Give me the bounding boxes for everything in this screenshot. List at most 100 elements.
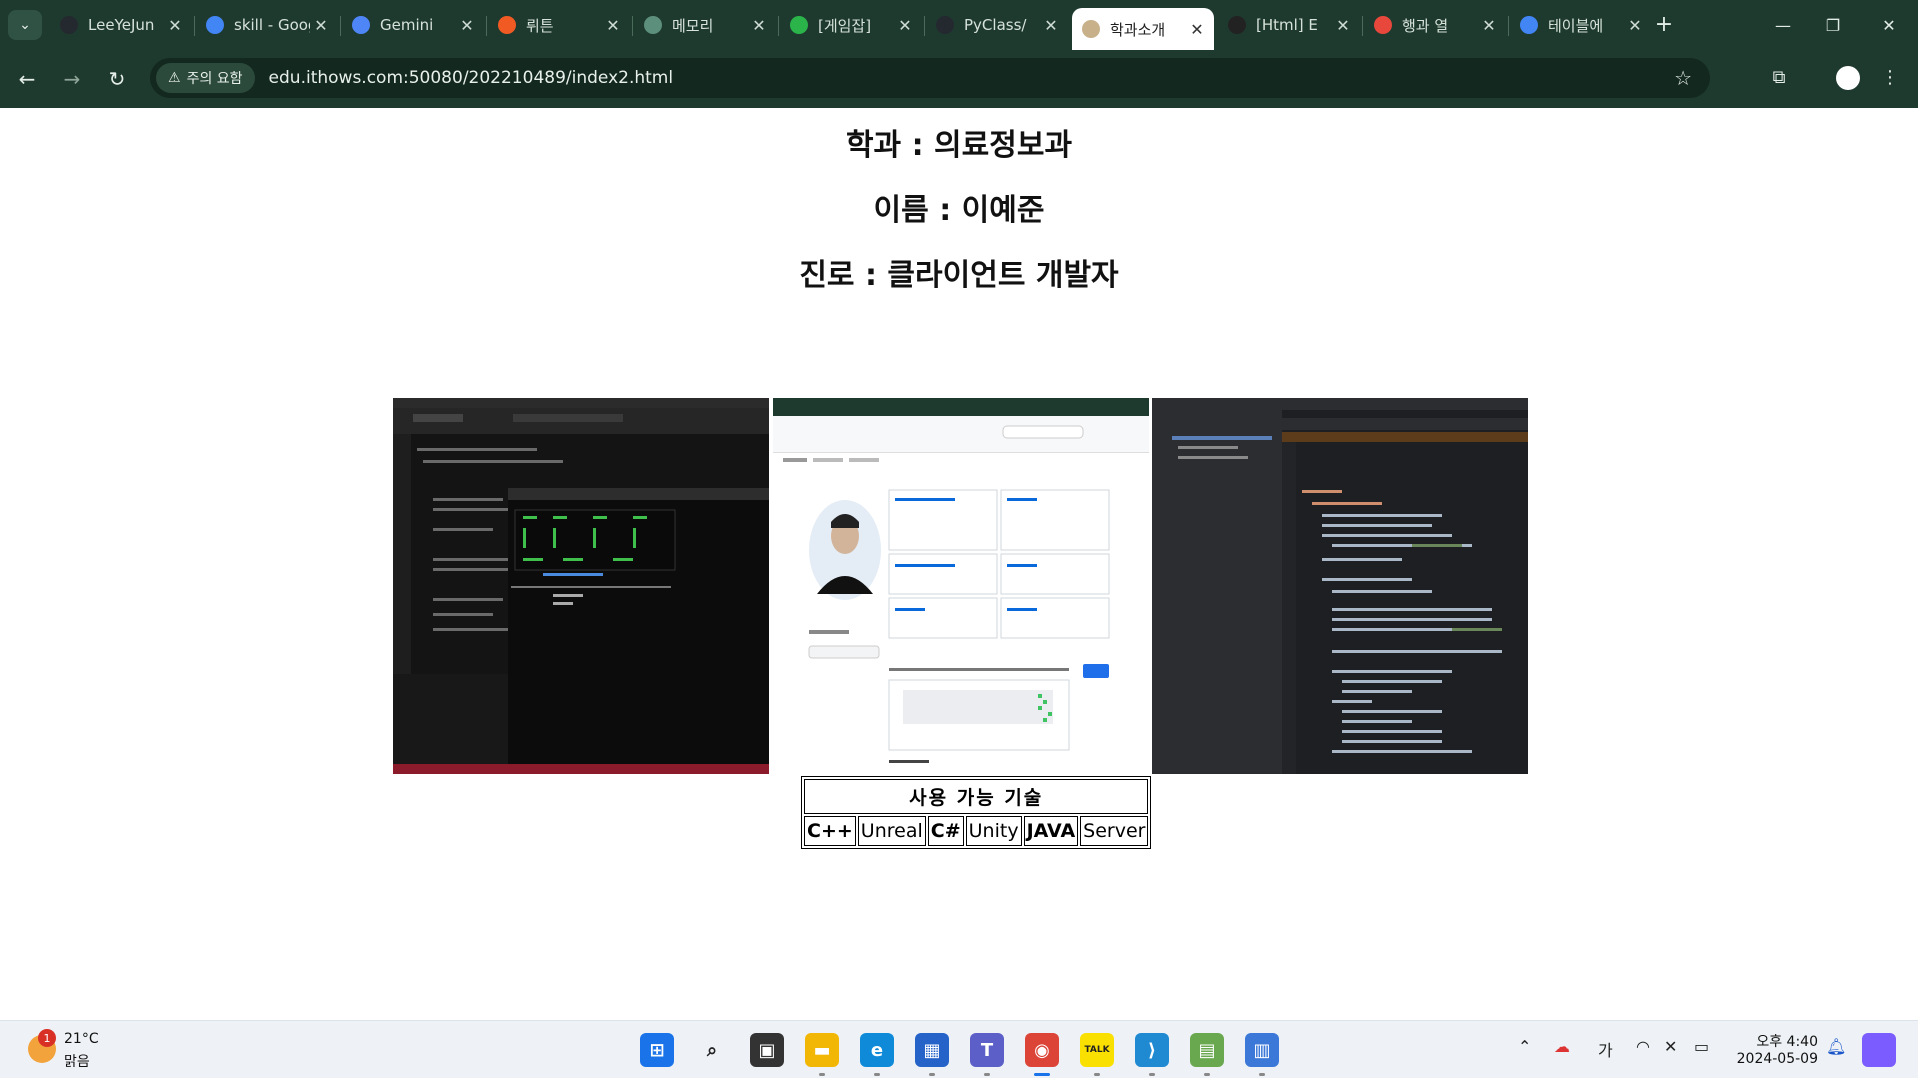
bar-chart-icon <box>1228 16 1246 34</box>
weather-condition[interactable]: 맑음 <box>64 1051 90 1071</box>
career-heading: 진로 : 클라이언트 개발자 <box>799 258 1119 293</box>
ime-indicator[interactable]: 가 <box>1598 1037 1613 1061</box>
warning-triangle-icon: ⚠ <box>168 70 181 86</box>
close-tab-icon[interactable]: ✕ <box>1186 20 1208 39</box>
forward-button[interactable]: → <box>57 64 87 94</box>
browser-tab[interactable]: [게임잡] ✕ <box>780 8 922 42</box>
tab-title: [Html] E <box>1256 16 1318 34</box>
github-icon <box>60 16 78 34</box>
tab-separator <box>924 16 925 36</box>
wifi-icon[interactable]: ◠ <box>1636 1037 1650 1056</box>
close-tab-icon[interactable]: ✕ <box>1332 16 1354 35</box>
close-tab-icon[interactable]: ✕ <box>894 16 916 35</box>
tab-title: 행과 열 <box>1402 16 1449 35</box>
skill-cell: Unreal <box>857 816 926 846</box>
unreal-editor-screenshot <box>393 398 769 774</box>
security-warning-chip[interactable]: ⚠ 주의 요함 <box>156 63 255 93</box>
new-tab-button[interactable]: + <box>1650 10 1678 38</box>
browser-tab[interactable]: 테이블에 ✕ <box>1510 8 1652 42</box>
edge-icon[interactable]: e <box>860 1033 894 1067</box>
tab-separator <box>632 16 633 36</box>
copilot-icon[interactable] <box>1862 1033 1896 1067</box>
close-tab-icon[interactable]: ✕ <box>748 16 770 35</box>
name-heading: 이름 : 이예준 <box>873 193 1045 228</box>
wrtn-icon <box>498 16 516 34</box>
close-tab-icon[interactable]: ✕ <box>1478 16 1500 35</box>
clock-time[interactable]: 오후 4:40 <box>1752 1031 1818 1051</box>
chevron-down-icon: ⌄ <box>19 17 31 33</box>
arrow-left-icon: ← <box>18 67 36 91</box>
browser-tab[interactable]: skill - Google✕ <box>196 8 338 42</box>
extensions-icon[interactable]: ⧉ <box>1766 64 1792 90</box>
tab-search-button[interactable]: ⌄ <box>8 10 42 40</box>
browser-toolbar: ← → ↻ ⚠ 주의 요함 edu.ithows.com:50080/20221… <box>0 50 1918 108</box>
browser-tab[interactable]: [Html] E ✕ <box>1218 8 1360 42</box>
running-indicator <box>1204 1073 1210 1076</box>
skills-table-header: 사용 가능 기술 <box>804 779 1149 814</box>
url-text[interactable]: edu.ithows.com:50080/202210489/index2.ht… <box>269 68 674 88</box>
teams-icon[interactable]: T <box>970 1033 1004 1067</box>
kakaotalk-icon[interactable]: TALK <box>1080 1033 1114 1067</box>
running-indicator <box>1034 1073 1050 1076</box>
close-tab-icon[interactable]: ✕ <box>1624 16 1646 35</box>
battery-icon[interactable]: ▭ <box>1694 1037 1709 1056</box>
tab-separator <box>194 16 195 36</box>
gamejob-icon <box>790 16 808 34</box>
browser-tab[interactable]: 뤼튼 ✕ <box>488 8 630 42</box>
skill-cell: Unity <box>965 816 1022 846</box>
close-tab-icon[interactable]: ✕ <box>602 16 624 35</box>
weather-temp[interactable]: 21°C <box>64 1031 99 1047</box>
vscode-icon[interactable]: ⟩ <box>1135 1033 1169 1067</box>
close-tab-icon[interactable]: ✕ <box>164 16 186 35</box>
gemini-icon <box>352 16 370 34</box>
running-indicator <box>984 1073 990 1076</box>
search-icon[interactable]: ⌕ <box>695 1033 729 1067</box>
running-indicator <box>819 1073 825 1076</box>
browser-menu-icon[interactable]: ⋮ <box>1880 64 1900 90</box>
reload-button[interactable]: ↻ <box>102 64 132 94</box>
skills-table: 사용 가능 기술 C++ Unreal C# Unity JAVA Server <box>801 776 1152 849</box>
page-icon <box>1082 20 1100 38</box>
skill-cell: C# <box>927 816 964 846</box>
minimize-button[interactable]: — <box>1760 10 1806 40</box>
tab-title: [게임잡] <box>818 16 872 35</box>
running-indicator <box>1149 1073 1155 1076</box>
browser-tab[interactable]: 학과소개 ✕ <box>1072 8 1214 50</box>
browser-tab[interactable]: 행과 열 ✕ <box>1364 8 1506 42</box>
browser-tab[interactable]: PyClass/ ✕ <box>926 8 1068 42</box>
bookmark-star-icon[interactable]: ☆ <box>1674 66 1692 90</box>
speaker-muted-icon[interactable]: ✕ <box>1664 1037 1677 1056</box>
browser-tab[interactable]: LeeYeJun ✕ <box>50 8 192 42</box>
back-button[interactable]: ← <box>12 64 42 94</box>
chrome-icon[interactable]: ◉ <box>1025 1033 1059 1067</box>
profile-avatar[interactable] <box>1836 66 1860 90</box>
tab-title: Gemini <box>380 16 434 34</box>
close-tab-icon[interactable]: ✕ <box>456 16 478 35</box>
screenshot-gallery <box>393 398 1528 774</box>
close-tab-icon[interactable]: ✕ <box>310 16 332 35</box>
notification-bell-icon[interactable]: 🔔︎ <box>1826 1037 1846 1056</box>
tab-title: 학과소개 <box>1110 20 1166 39</box>
security-warning-label: 주의 요함 <box>186 71 243 87</box>
running-indicator <box>929 1073 935 1076</box>
browser-tab[interactable]: Gemini ✕ <box>342 8 484 42</box>
dept-heading: 학과 : 의료정보과 <box>845 128 1073 163</box>
task-view-icon[interactable]: ▣ <box>750 1033 784 1067</box>
file-explorer-icon[interactable]: ▬ <box>805 1033 839 1067</box>
tab-title: LeeYeJun <box>88 16 155 34</box>
onedrive-error-icon[interactable]: ☁ <box>1554 1037 1570 1056</box>
running-indicator <box>874 1073 880 1076</box>
tab-title: PyClass/ <box>964 16 1027 34</box>
remote-desktop-icon[interactable]: ▥ <box>1245 1033 1279 1067</box>
address-bar[interactable]: ⚠ 주의 요함 edu.ithows.com:50080/202210489/i… <box>150 58 1710 98</box>
store-icon[interactable]: ▦ <box>915 1033 949 1067</box>
chevron-up-icon[interactable]: ⌃ <box>1518 1037 1531 1056</box>
close-tab-icon[interactable]: ✕ <box>1040 16 1062 35</box>
page-content: 학과 : 의료정보과 이름 : 이예준 진로 : 클라이언트 개발자 사용 가능… <box>0 108 1918 1020</box>
close-window-button[interactable]: ✕ <box>1866 10 1912 40</box>
network-tool-icon[interactable]: ▤ <box>1190 1033 1224 1067</box>
maximize-button[interactable]: ❐ <box>1810 10 1856 40</box>
browser-tab[interactable]: 메모리 ✕ <box>634 8 776 42</box>
start-icon[interactable]: ⊞ <box>640 1033 674 1067</box>
clock-date[interactable]: 2024-05-09 <box>1732 1051 1818 1067</box>
